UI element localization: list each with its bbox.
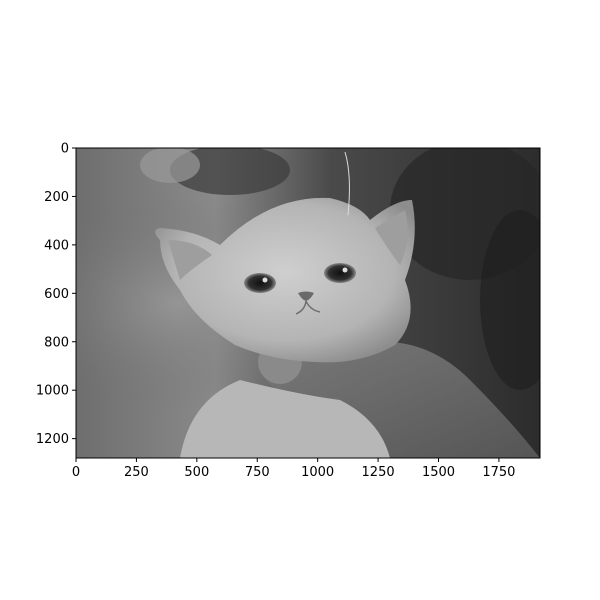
y-tick-label: 1000 [36,384,69,399]
y-tick-label: 400 [44,238,69,253]
x-tick-label: 1500 [422,465,455,480]
kitten-photo [76,148,540,458]
x-tick-label: 1250 [362,465,395,480]
y-axis-ticks: 0 200 400 600 800 1000 1200 [36,142,76,447]
y-tick-label: 0 [61,142,69,157]
x-tick-label: 0 [72,465,80,480]
x-tick-label: 500 [184,465,209,480]
x-tick-label: 250 [124,465,149,480]
y-tick-label: 600 [44,287,69,302]
x-tick-label: 1750 [482,465,515,480]
x-axis-ticks: 0 250 500 750 1000 1250 1500 1750 [72,458,515,480]
x-tick-label: 1000 [301,465,334,480]
y-tick-label: 800 [44,335,69,350]
figure-canvas: 0 250 500 750 1000 1250 1500 1750 0 200 400 600 800… [36,142,541,480]
y-tick-label: 200 [44,190,69,205]
x-tick-label: 750 [245,465,270,480]
y-tick-label: 1200 [36,432,69,447]
